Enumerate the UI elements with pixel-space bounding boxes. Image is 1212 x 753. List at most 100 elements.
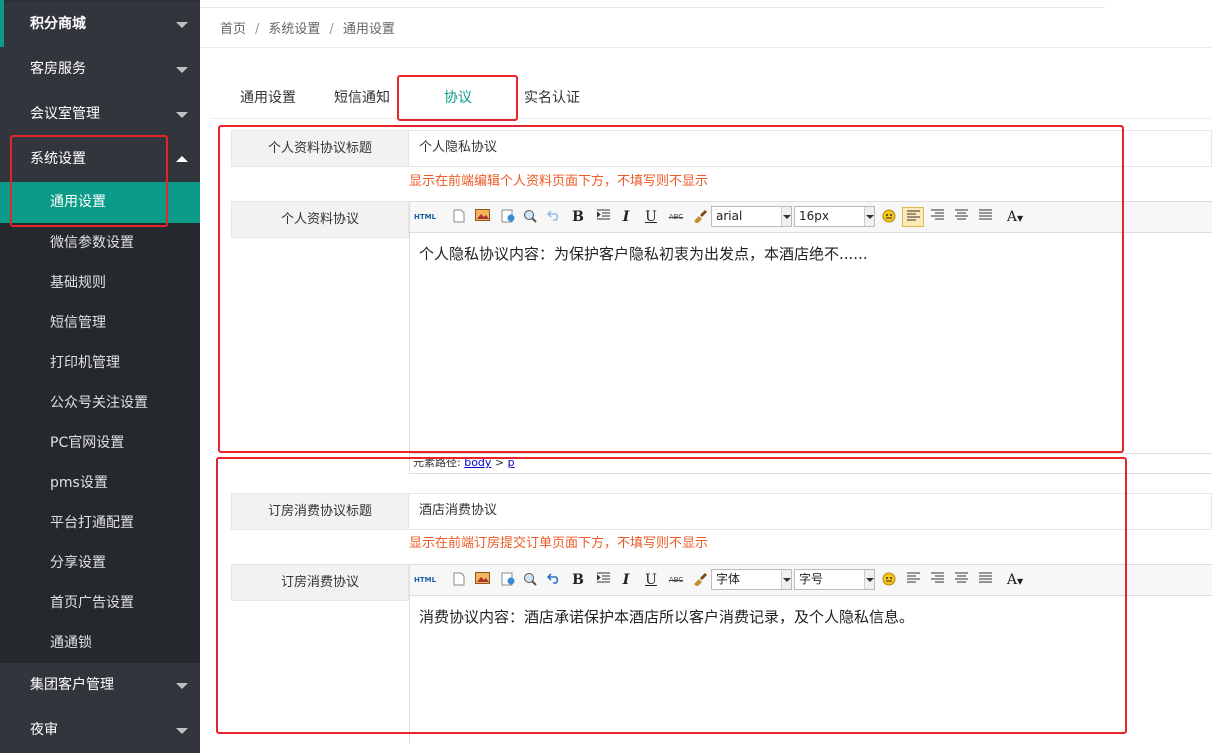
- search-icon[interactable]: [521, 570, 539, 590]
- search-icon[interactable]: [521, 207, 539, 227]
- font-color-letter: A: [1006, 572, 1017, 588]
- breadcrumb-home[interactable]: 首页: [220, 22, 246, 37]
- sidebar-item-official-account[interactable]: 公众号关注设置: [0, 383, 200, 423]
- sidebar-group-room-service[interactable]: 客房服务: [0, 47, 200, 92]
- font-size-select[interactable]: 16px: [794, 206, 875, 227]
- chevron-down-icon: ▼: [1016, 577, 1024, 586]
- sidebar-item-platform-config[interactable]: 平台打通配置: [0, 503, 200, 543]
- sidebar-group-points-mall[interactable]: 积分商城: [4, 2, 200, 47]
- format-brush-icon[interactable]: [691, 570, 709, 590]
- sidebar-item-share[interactable]: 分享设置: [0, 543, 200, 583]
- tab-general-settings[interactable]: 通用设置: [239, 84, 297, 114]
- field-label-profile-agreement-title: 个人资料协议标题: [231, 130, 409, 167]
- align-left-icon[interactable]: [902, 207, 924, 227]
- sidebar-item-general-settings[interactable]: 通用设置: [0, 182, 200, 223]
- font-family-select[interactable]: arial: [711, 206, 792, 227]
- element-path-separator: >: [494, 456, 505, 469]
- font-family-value: arial: [716, 209, 743, 223]
- breadcrumb: 首页 / 系统设置 / 通用设置: [220, 18, 395, 37]
- sidebar-group-meeting-room[interactable]: 会议室管理: [0, 92, 200, 137]
- align-right-icon[interactable]: [928, 207, 946, 227]
- sidebar-item-printer-management[interactable]: 打印机管理: [0, 343, 200, 383]
- insert-file-icon[interactable]: [499, 207, 517, 227]
- booking-agreement-title-input[interactable]: 酒店消费协议: [409, 493, 1212, 530]
- underline-icon[interactable]: U: [643, 207, 659, 227]
- strikethrough-icon[interactable]: ABC: [666, 570, 686, 590]
- chevron-down-icon: [176, 728, 188, 734]
- format-brush-icon[interactable]: [691, 207, 709, 227]
- align-center-icon[interactable]: [952, 570, 970, 590]
- emoji-icon[interactable]: [880, 207, 898, 227]
- align-left-icon[interactable]: [904, 570, 922, 590]
- breadcrumb-system-settings[interactable]: 系统设置: [268, 22, 320, 37]
- booking-agreement-editor: HTML B I U ABC 字体 字号 A▼ 消费协议内容：酒店承诺保护本酒店…: [409, 564, 1212, 744]
- breadcrumb-general-settings: 通用设置: [342, 22, 395, 37]
- profile-agreement-editor: HTML B I U ABC arial 16px A▼ 个人隐私协议内容：为保…: [409, 201, 1212, 454]
- sidebar-group-label: 集团客户管理: [30, 677, 114, 693]
- chevron-down-icon: [176, 112, 188, 118]
- sidebar-group-system-settings[interactable]: 系统设置: [0, 137, 200, 182]
- sidebar-group-label: 夜审: [30, 722, 58, 738]
- element-path-p-link[interactable]: p: [508, 456, 515, 469]
- insert-file-icon[interactable]: [499, 570, 517, 590]
- element-path-bar: 元素路径: body > p: [409, 454, 1212, 474]
- chevron-up-icon: [176, 156, 188, 162]
- underline-icon[interactable]: U: [643, 570, 659, 590]
- tab-divider: [210, 118, 1212, 119]
- sidebar-group-label: 积分商城: [30, 16, 86, 32]
- sidebar-item-pms[interactable]: pms设置: [0, 463, 200, 503]
- sidebar-item-pc-website[interactable]: PC官网设置: [0, 423, 200, 463]
- sidebar-item-wechat-params[interactable]: 微信参数设置: [0, 223, 200, 263]
- profile-agreement-content[interactable]: 个人隐私协议内容：为保护客户隐私初衷为出发点，本酒店绝不......: [410, 233, 1212, 275]
- align-right-icon[interactable]: [928, 570, 946, 590]
- html-source-icon[interactable]: HTML: [414, 207, 436, 227]
- sidebar-item-basic-rules[interactable]: 基础规则: [0, 263, 200, 303]
- new-document-icon[interactable]: [450, 207, 468, 227]
- tab-real-name-auth[interactable]: 实名认证: [523, 84, 581, 114]
- booking-agreement-hint: 显示在前端订房提交订单页面下方，不填写则不显示: [409, 536, 709, 551]
- font-size-select[interactable]: 字号: [794, 569, 875, 590]
- dropdown-arrow-icon: [781, 207, 791, 226]
- element-path-label: 元素路径:: [413, 456, 461, 469]
- chevron-down-icon: ▼: [1016, 214, 1024, 223]
- indent-icon[interactable]: [595, 570, 611, 590]
- field-label-booking-agreement-title: 订房消费协议标题: [231, 493, 409, 530]
- sidebar-item-sms-management[interactable]: 短信管理: [0, 303, 200, 343]
- undo-icon[interactable]: [545, 570, 563, 590]
- font-color-icon[interactable]: A▼: [1002, 207, 1028, 227]
- tab-sms-notification[interactable]: 短信通知: [333, 84, 391, 114]
- main-content: 首页 / 系统设置 / 通用设置 通用设置 短信通知 协议 实名认证 个人资料协议标题 …: [200, 0, 1212, 744]
- chevron-down-icon: [176, 67, 188, 73]
- bold-icon[interactable]: B: [570, 207, 586, 227]
- chevron-down-icon: [176, 683, 188, 689]
- strikethrough-icon[interactable]: ABC: [666, 207, 686, 227]
- sidebar-group-night-audit[interactable]: 夜审: [0, 708, 200, 753]
- html-source-icon[interactable]: HTML: [414, 570, 436, 590]
- chevron-down-icon: [176, 22, 188, 28]
- new-document-icon[interactable]: [450, 570, 468, 590]
- italic-icon[interactable]: I: [618, 207, 634, 227]
- align-justify-icon[interactable]: [976, 207, 994, 227]
- font-family-value: 字体: [716, 572, 741, 586]
- bold-icon[interactable]: B: [570, 570, 586, 590]
- indent-icon[interactable]: [595, 207, 611, 227]
- font-size-value: 字号: [799, 572, 824, 586]
- image-icon[interactable]: [473, 570, 491, 590]
- sidebar-item-tongtong-lock[interactable]: 通通锁: [0, 623, 200, 663]
- italic-icon[interactable]: I: [618, 570, 634, 590]
- element-path-body-link[interactable]: body: [464, 456, 491, 469]
- font-family-select[interactable]: 字体: [711, 569, 792, 590]
- booking-agreement-content[interactable]: 消费协议内容：酒店承诺保护本酒店所以客户消费记录，及个人隐私信息。: [410, 596, 1212, 638]
- align-justify-icon[interactable]: [976, 570, 994, 590]
- emoji-icon[interactable]: [880, 570, 898, 590]
- dropdown-arrow-icon: [781, 570, 791, 589]
- font-color-icon[interactable]: A▼: [1002, 570, 1028, 590]
- editor-toolbar: HTML B I U ABC 字体 字号 A▼: [410, 565, 1212, 596]
- profile-agreement-title-input[interactable]: 个人隐私协议: [409, 130, 1212, 167]
- sidebar-item-home-ads[interactable]: 首页广告设置: [0, 583, 200, 623]
- sidebar-group-group-clients[interactable]: 集团客户管理: [0, 663, 200, 708]
- image-icon[interactable]: [473, 207, 491, 227]
- tab-agreement[interactable]: 协议: [443, 84, 473, 114]
- undo-icon[interactable]: [545, 207, 563, 227]
- align-center-icon[interactable]: [952, 207, 970, 227]
